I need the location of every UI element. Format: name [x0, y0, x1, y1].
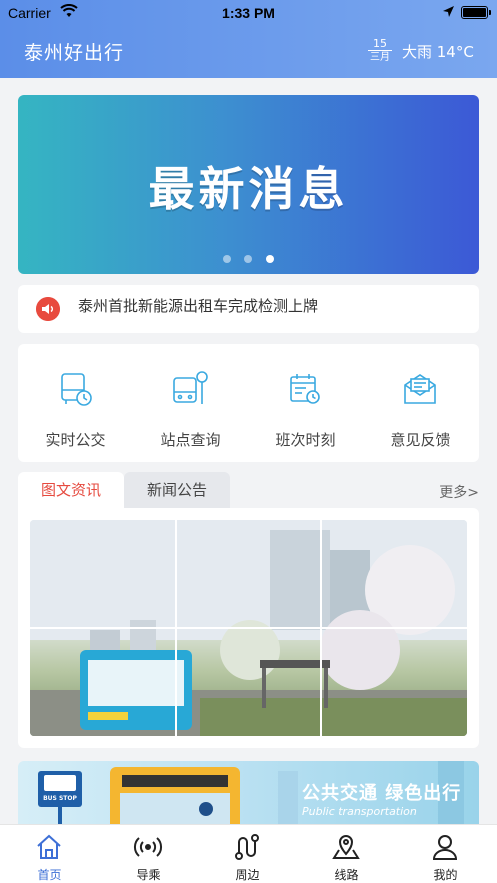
more-link[interactable]: 更多> [439, 482, 479, 502]
tab-label: 周边 [235, 868, 260, 882]
bottom-tab-bar: 首页 导乘 周边 线路 我的 [0, 824, 497, 883]
clock: 1:33 PM [222, 5, 275, 21]
tab-photo-news[interactable]: 图文资讯 [18, 472, 124, 508]
service-feedback[interactable]: 意见反馈 [363, 344, 478, 462]
promo-subtitle: Public transportation [302, 805, 417, 818]
route-icon [235, 834, 259, 860]
location-arrow-icon [443, 6, 454, 17]
service-grid: 实时公交 站点查询 班次时刻 意见反馈 [18, 344, 479, 462]
app-title: 泰州好出行 [24, 42, 125, 64]
notice-bar[interactable]: 泰州首批新能源出租车完成检测上牌 [18, 285, 479, 333]
tab-label: 首页 [37, 868, 62, 882]
signal-icon [133, 837, 163, 857]
date-badge: 15 三月 [368, 37, 392, 64]
date-month: 三月 [370, 52, 390, 63]
user-icon [432, 835, 458, 860]
tab-routes[interactable]: 线路 [297, 825, 396, 883]
service-schedule[interactable]: 班次时刻 [248, 344, 363, 462]
news-card[interactable] [18, 508, 479, 748]
service-label: 实时公交 [45, 431, 106, 449]
home-icon [37, 834, 61, 859]
carousel-dot[interactable] [223, 255, 231, 263]
tab-label: 导乘 [136, 868, 161, 882]
service-label: 意见反馈 [390, 431, 451, 449]
battery-icon [461, 6, 491, 19]
tab-nearby[interactable]: 周边 [198, 825, 297, 883]
carousel-dot[interactable] [244, 255, 252, 263]
promo-title: 公共交通 绿色出行 [302, 783, 462, 804]
tab-announcements[interactable]: 新闻公告 [124, 472, 230, 508]
carousel-dot-active[interactable] [266, 255, 274, 263]
tab-guide[interactable]: 导乘 [99, 825, 198, 883]
bus-stop-icon [173, 371, 208, 404]
bus-clock-icon [61, 373, 92, 406]
bus-station-illustration [30, 520, 467, 736]
service-label: 站点查询 [160, 431, 221, 449]
tab-label: 线路 [334, 868, 359, 882]
service-label: 班次时刻 [275, 431, 336, 449]
service-stop-query[interactable]: 站点查询 [133, 344, 248, 462]
banner-headline: 最新消息 [148, 162, 349, 216]
speaker-icon [36, 297, 60, 321]
status-bar: Carrier 1:33 PM [0, 0, 497, 26]
tab-profile[interactable]: 我的 [396, 825, 495, 883]
bus-stop-sign: BUS STOP [43, 795, 77, 802]
news-photo[interactable] [30, 520, 467, 736]
weather-info: 大雨 14°C [402, 43, 474, 61]
tab-label: 我的 [433, 868, 458, 882]
notice-text: 泰州首批新能源出租车完成检测上牌 [78, 297, 319, 315]
date-day: 15 [368, 37, 392, 51]
calendar-clock-icon [290, 374, 320, 404]
map-pin-icon [332, 835, 360, 859]
envelope-icon [404, 374, 436, 404]
news-tabs: 图文资讯 新闻公告 [18, 472, 479, 508]
news-banner[interactable]: 最新消息 [18, 95, 479, 274]
tab-home[interactable]: 首页 [0, 825, 99, 883]
service-realtime-bus[interactable]: 实时公交 [18, 344, 133, 462]
